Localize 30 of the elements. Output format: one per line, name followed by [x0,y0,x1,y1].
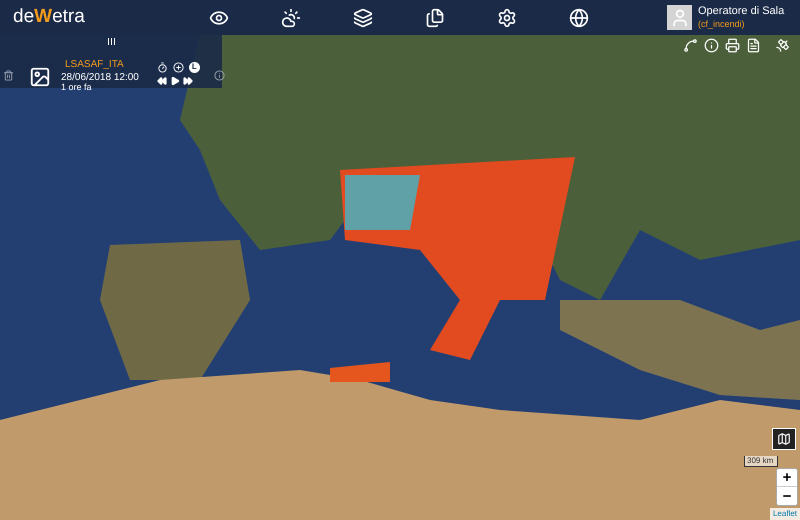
satellite-icon[interactable] [775,38,790,53]
layers-icon[interactable] [353,8,373,28]
layer-datetime: 28/06/2018 12:00 [61,72,139,82]
print-icon[interactable] [725,38,740,53]
globe-icon[interactable] [569,8,589,28]
avatar-icon [667,5,692,30]
logo: deWetra [13,5,86,30]
attribution-link[interactable]: Leaflet [770,508,800,520]
user-role: (cf_incendi) [698,18,746,30]
layer-age: 1 ore fa [61,82,93,92]
user-name: Operatore di Sala [698,5,784,19]
info-icon[interactable] [214,70,225,81]
timer-icon[interactable] [156,62,168,72]
layer-name: LSASAF_ITA [65,60,125,70]
documents-icon[interactable] [425,8,445,28]
settings-icon[interactable] [497,8,517,28]
zoom-out-button[interactable]: − [777,487,797,505]
fast-forward-icon[interactable] [182,76,193,86]
add-icon[interactable] [172,62,184,72]
play-icon[interactable] [170,76,180,86]
drag-handle-icon[interactable] [108,38,115,45]
cloud-sun-icon[interactable] [281,8,301,28]
scale-bar: 309 km [744,456,778,467]
document-icon[interactable] [746,38,761,53]
delete-icon[interactable] [3,70,14,81]
image-icon [29,66,51,88]
rewind-icon[interactable] [156,76,167,86]
map-layers-icon[interactable] [772,428,796,450]
zoom-in-button[interactable]: + [777,469,797,487]
legend-badge[interactable]: L [188,62,200,72]
